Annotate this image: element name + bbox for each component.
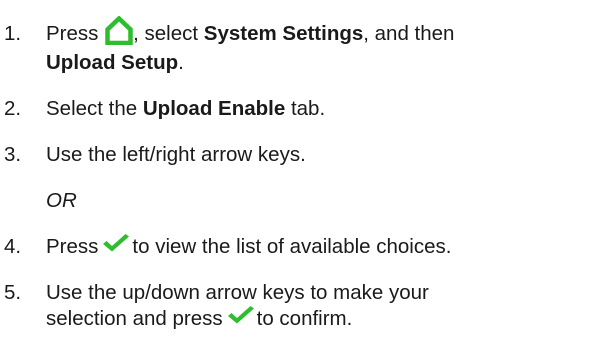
step-text-part: selection and press [46, 307, 223, 330]
step-text: Upload Setup. [46, 50, 184, 75]
step-text-part: , and then [363, 22, 455, 45]
step-text: Press , select System Settings, and then [46, 15, 455, 46]
step-text-part: Press [46, 22, 99, 45]
step-text-part: to confirm. [256, 307, 353, 330]
step-text: Use the up/down arrow keys to make your [46, 281, 429, 304]
step-text-part: Select the [46, 97, 138, 120]
check-icon [227, 305, 255, 331]
check-icon [102, 233, 130, 259]
step-number: 3. [4, 143, 22, 166]
step-number: 5. [4, 281, 22, 304]
menu-name-upload-setup: Upload Setup [46, 51, 179, 74]
step-text-part: . [178, 51, 184, 74]
home-icon [105, 15, 133, 51]
step-text: Press to view the list of available choi… [46, 233, 452, 259]
step-number: 1. [4, 22, 22, 45]
step-number: 2. [4, 97, 22, 120]
step-text-part: Press [46, 235, 99, 258]
step-number: 4. [4, 235, 22, 258]
step-text: Use the left/right arrow keys. [46, 143, 306, 166]
or-text: OR [46, 189, 77, 212]
step-text: selection and press to confirm. [46, 305, 353, 331]
step-text-part: , select [133, 22, 199, 45]
menu-name-system-settings: System Settings [203, 22, 364, 45]
step-text-part: tab. [285, 97, 326, 120]
step-text: Select the Upload Enable tab. [46, 96, 325, 121]
step-text-part: to view the list of available choices. [132, 235, 452, 258]
tab-name-upload-enable: Upload Enable [142, 97, 286, 120]
